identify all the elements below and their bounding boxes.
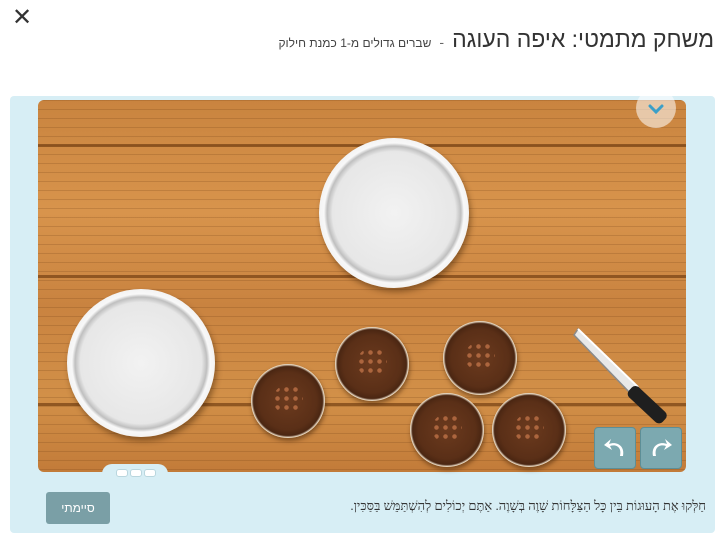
handle-dot <box>116 469 128 477</box>
page-subtitle: שברים גדולים מ-1 כמנת חילוק <box>278 36 432 50</box>
cake[interactable] <box>443 321 517 395</box>
instructions-text: חַלְּקוּ אֶת הָעוּגוֹת בֵּין כָּל הַצַּל… <box>350 498 706 513</box>
plate[interactable] <box>67 289 215 437</box>
cake[interactable] <box>492 393 566 467</box>
drawer-handle[interactable] <box>102 464 168 480</box>
knife[interactable] <box>572 325 682 425</box>
handle-dot <box>130 469 142 477</box>
title-separator: - <box>439 36 445 51</box>
undo-button[interactable] <box>594 427 636 469</box>
cake[interactable] <box>335 327 409 401</box>
handle-dot <box>144 469 156 477</box>
knife-icon <box>573 327 667 424</box>
redo-button[interactable] <box>640 427 682 469</box>
redo-icon <box>652 439 672 456</box>
collapse-toggle[interactable] <box>636 88 676 128</box>
chevron-down-icon <box>648 104 664 114</box>
plate[interactable] <box>319 138 469 288</box>
close-icon: ✕ <box>12 3 33 31</box>
page-title: משחק מתמטי: איפה העוגה <box>452 26 714 52</box>
undo-icon <box>604 439 624 456</box>
done-button[interactable]: סיימתי <box>46 492 110 524</box>
cake[interactable] <box>251 364 325 438</box>
close-button[interactable]: ✕ <box>12 3 34 31</box>
cake[interactable] <box>410 393 484 467</box>
title-bar: משחק מתמטי: איפה העוגה - שברים גדולים מ-… <box>278 26 714 60</box>
